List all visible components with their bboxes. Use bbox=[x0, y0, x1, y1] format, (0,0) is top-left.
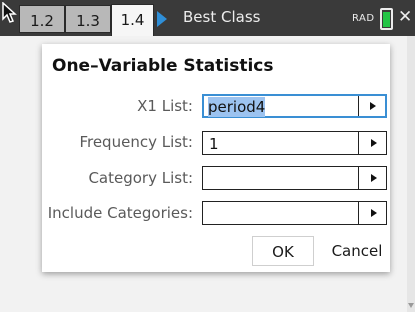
scroll-down-icon[interactable] bbox=[408, 303, 414, 308]
pointer-cursor-icon bbox=[2, 2, 17, 23]
dropdown-separator bbox=[358, 167, 359, 189]
x1-list-value: period4 bbox=[208, 97, 266, 117]
dropdown-separator bbox=[358, 132, 359, 154]
dropdown-arrow-icon[interactable] bbox=[371, 209, 377, 217]
dropdown-arrow-icon[interactable] bbox=[370, 102, 376, 110]
scrollbar[interactable] bbox=[407, 36, 415, 312]
one-variable-statistics-dialog: One–Variable Statistics X1 List: period4… bbox=[42, 44, 390, 272]
tab-1-3[interactable]: 1.3 bbox=[65, 5, 111, 33]
category-list-label: Category List: bbox=[88, 169, 193, 187]
dropdown-separator bbox=[358, 96, 359, 116]
category-list-field[interactable] bbox=[202, 166, 387, 190]
frequency-list-label: Frequency List: bbox=[79, 133, 193, 151]
battery-icon bbox=[380, 8, 393, 30]
tab-1-2[interactable]: 1.2 bbox=[19, 5, 65, 33]
x1-list-label: X1 List: bbox=[137, 97, 193, 115]
dialog-title: One–Variable Statistics bbox=[52, 56, 274, 76]
dropdown-separator bbox=[358, 202, 359, 224]
dropdown-arrow-icon[interactable] bbox=[371, 139, 377, 147]
close-icon[interactable]: ✕ bbox=[398, 7, 412, 27]
dropdown-arrow-icon[interactable] bbox=[371, 174, 377, 182]
cancel-button[interactable]: Cancel bbox=[326, 236, 388, 266]
tab-1-4[interactable]: 1.4 bbox=[111, 4, 154, 36]
include-categories-field[interactable] bbox=[202, 201, 387, 225]
include-categories-label: Include Categories: bbox=[47, 204, 193, 222]
x1-list-field[interactable]: period4 bbox=[202, 94, 387, 118]
ok-button[interactable]: OK bbox=[252, 236, 314, 266]
play-icon bbox=[157, 11, 167, 27]
document-title: Best Class bbox=[183, 8, 261, 26]
frequency-list-field[interactable]: 1 bbox=[202, 131, 387, 155]
angle-mode-indicator: RAD bbox=[352, 13, 375, 24]
frequency-list-value: 1 bbox=[209, 135, 219, 153]
top-bar: 1.2 1.3 1.4 Best Class RAD ✕ bbox=[0, 0, 415, 36]
